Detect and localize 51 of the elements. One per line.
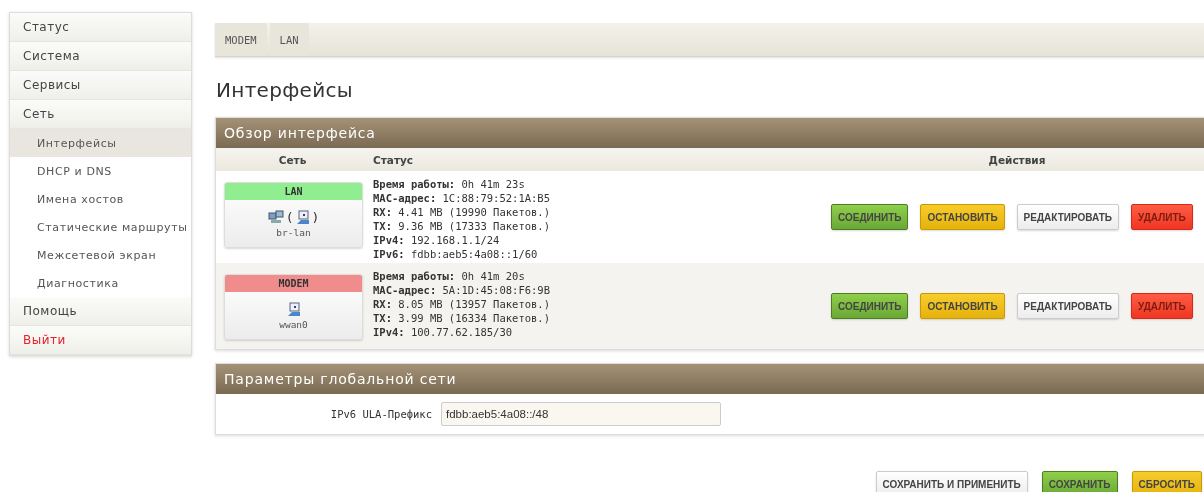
status-line: IPv4: 192.168.1.1/24 <box>373 233 501 247</box>
sidebar-subitem[interactable]: Статические маршруты <box>10 213 191 241</box>
status-line: RX: 8.05 MB (13957 Пакетов.) <box>373 297 551 311</box>
apply-button[interactable]: СОХРАНИТЬ И ПРИМЕНИТЬ <box>875 471 1028 492</box>
tab[interactable]: MODEM <box>215 23 267 56</box>
save-button[interactable]: СОХРАНИТЬ <box>1041 471 1118 492</box>
status-line: Время работы: 0h 41m 23s <box>373 177 526 191</box>
sidebar-item[interactable]: Помощь <box>10 297 191 326</box>
bridge-icon <box>267 210 284 224</box>
reset-button[interactable]: СБРОСИТЬ <box>1131 471 1202 492</box>
device-name: wwan0 <box>278 319 309 330</box>
status-line: IPv4: 100.77.62.185/30 <box>373 325 514 339</box>
sidebar-item[interactable]: Сеть <box>10 100 191 129</box>
interface-name: LAN <box>225 183 362 200</box>
connect-button[interactable]: СОЕДИНИТЬ <box>831 293 909 319</box>
page-title: Интерфейсы <box>216 78 354 102</box>
stop-button[interactable]: ОСТАНОВИТЬ <box>920 204 1005 230</box>
sidebar-subitem[interactable]: DHCP и DNS <box>10 157 191 185</box>
sidebar-subitem[interactable]: Имена хостов <box>10 185 191 213</box>
status-line: RX: 4.41 MB (19990 Пакетов.) <box>373 205 551 219</box>
status-line: MAC-адрес: 5A:1D:45:08:F6:9B <box>373 283 551 297</box>
connect-button[interactable]: СОЕДИНИТЬ <box>831 204 909 230</box>
sidebar-item[interactable]: Статус <box>10 13 191 42</box>
section-title: Обзор интерфейса <box>216 118 1204 148</box>
status-line: TX: 3.99 MB (16334 Пакетов.) <box>373 311 551 325</box>
parenthesis: ( <box>285 209 294 225</box>
sidebar-item[interactable]: Сервисы <box>10 71 191 100</box>
column-header: Сеть <box>216 148 369 171</box>
section-title: Параметры глобальной сети <box>216 364 1204 394</box>
prefix-input-field[interactable]: fdbb:aeb5:4a08::/48 <box>441 402 721 426</box>
field-label: IPv6 ULA-Префикс <box>329 408 432 420</box>
column-header: Действия <box>829 148 1204 171</box>
edit-button[interactable]: РЕДАКТИРОВАТЬ <box>1016 204 1119 230</box>
status-line: IPv6: fdbb:aeb5:4a08::1/60 <box>373 247 539 261</box>
tab[interactable]: LAN <box>269 23 309 56</box>
network-port-icon <box>295 209 310 225</box>
stop-button[interactable]: ОСТАНОВИТЬ <box>920 293 1005 319</box>
sidebar-item[interactable]: Система <box>10 42 191 71</box>
sidebar-subitem[interactable]: Диагностика <box>10 269 191 297</box>
sidebar-item[interactable]: Выйти <box>10 326 191 355</box>
sidebar-subitem[interactable]: Интерфейсы <box>10 129 191 157</box>
interface-name: MODEM <box>225 275 362 292</box>
column-header: Статус <box>369 148 829 171</box>
device-name: br-lan <box>275 227 312 238</box>
parenthesis: ) <box>311 209 320 225</box>
status-line: MAC-адрес: 1C:88:79:52:1A:B5 <box>373 191 551 205</box>
sidebar-subitem[interactable]: Межсетевой экран <box>10 241 191 269</box>
status-line: TX: 9.36 MB (17333 Пакетов.) <box>373 219 551 233</box>
network-port-icon <box>286 301 301 317</box>
edit-button[interactable]: РЕДАКТИРОВАТЬ <box>1016 293 1119 319</box>
status-line: Время работы: 0h 41m 20s <box>373 269 526 283</box>
